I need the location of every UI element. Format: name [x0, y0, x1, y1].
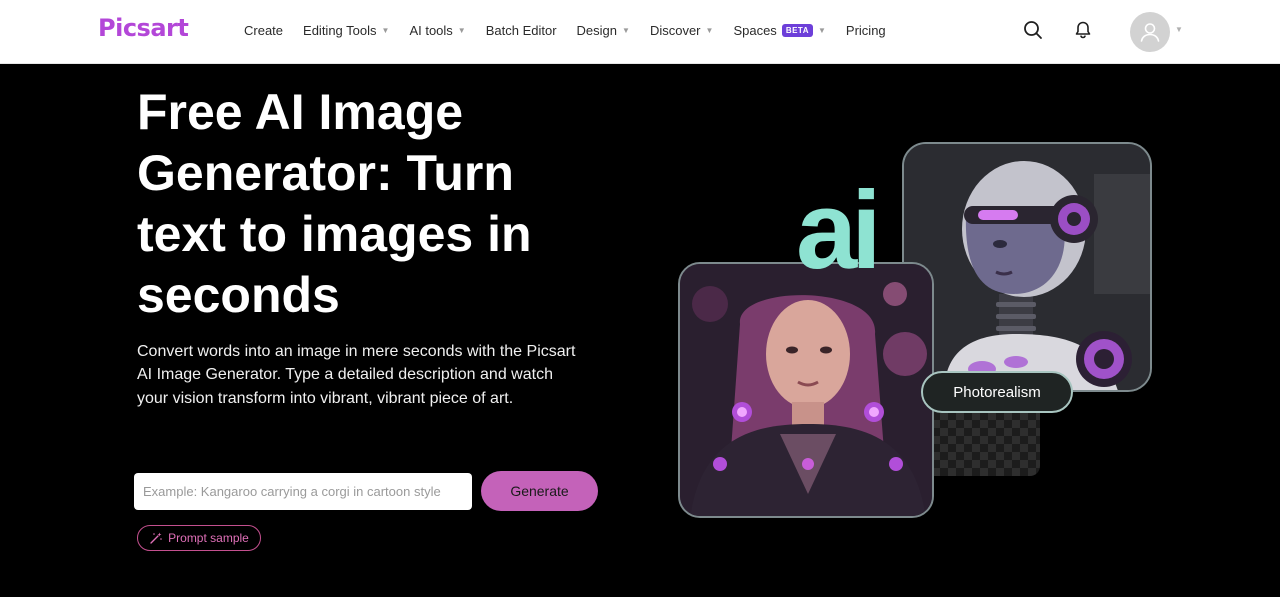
chevron-down-icon: ▼ [818, 26, 826, 35]
prompt-sample-label: Prompt sample [168, 531, 249, 545]
notifications-button[interactable] [1071, 18, 1095, 42]
top-navigation-bar: Picsart Create Editing Tools ▼ AI tools … [0, 0, 1280, 64]
nav-item-label: Spaces [733, 22, 777, 38]
nav-item-batch-editor[interactable]: Batch Editor [486, 0, 557, 60]
photorealism-badge: Photorealism [921, 371, 1073, 413]
nav-item-editing-tools[interactable]: Editing Tools ▼ [303, 0, 389, 60]
chevron-down-icon: ▼ [705, 26, 714, 35]
nav-item-create[interactable]: Create [244, 0, 283, 60]
search-button[interactable] [1021, 18, 1045, 42]
bell-icon [1075, 21, 1091, 39]
user-icon [1140, 23, 1160, 42]
chevron-down-icon: ▼ [622, 26, 630, 35]
avatar[interactable] [1130, 12, 1170, 52]
nav-item-label: Discover [649, 22, 701, 38]
nav-item-label: Pricing [845, 22, 886, 38]
chevron-down-icon: ▼ [457, 26, 466, 35]
nav-item-label: Editing Tools [303, 22, 377, 38]
portrait-image [678, 262, 934, 518]
nav-item-ai-tools[interactable]: AI tools ▼ [409, 0, 465, 60]
magic-wand-icon [150, 532, 162, 544]
main-nav: Create Editing Tools ▼ AI tools ▼ Batch … [244, 0, 906, 60]
nav-item-label: AI tools [409, 22, 453, 38]
prompt-input[interactable] [134, 473, 472, 510]
nav-item-discover[interactable]: Discover ▼ [650, 0, 714, 60]
generate-button[interactable]: Generate [481, 471, 598, 511]
nav-item-label: Batch Editor [485, 22, 557, 38]
portrait-illustration [680, 264, 932, 516]
nav-item-design[interactable]: Design ▼ [577, 0, 630, 60]
ai-logo: ai [796, 169, 882, 292]
prompt-sample-button[interactable]: Prompt sample [137, 525, 261, 551]
chevron-down-icon: ▼ [381, 26, 390, 35]
page-title: Free AI Image Generator: Turn text to im… [137, 84, 532, 323]
hero-section: Free AI Image Generator: Turn text to im… [0, 64, 1280, 597]
transparency-checker [932, 412, 1040, 476]
beta-badge: BETA [781, 23, 813, 37]
robot-illustration [904, 144, 1150, 390]
chevron-down-icon[interactable]: ▼ [1175, 25, 1183, 34]
nav-item-spaces[interactable]: Spaces BETA ▼ [733, 0, 825, 60]
hero-artwork: ai Photorealism [670, 134, 1170, 534]
hero-description: Convert words into an image in mere seco… [137, 343, 576, 407]
picsart-logo[interactable]: Picsart [98, 14, 189, 42]
search-icon [1024, 21, 1042, 39]
nav-item-label: Design [576, 22, 618, 38]
nav-item-label: Create [244, 22, 284, 38]
nav-item-pricing[interactable]: Pricing [846, 0, 886, 60]
robot-image [902, 142, 1152, 392]
